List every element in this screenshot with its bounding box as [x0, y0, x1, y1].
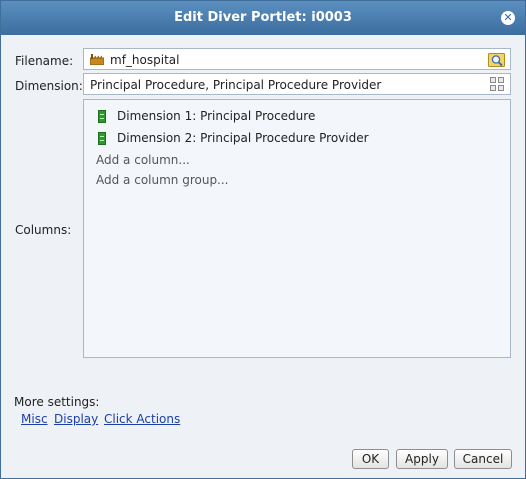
- misc-link[interactable]: Misc: [21, 412, 48, 426]
- grid-icon[interactable]: [490, 77, 505, 92]
- apply-button[interactable]: Apply: [396, 449, 448, 469]
- factory-icon: [90, 54, 104, 65]
- dimension-label: Dimension:: [15, 79, 83, 93]
- columns-label: Columns:: [15, 223, 72, 237]
- ok-button[interactable]: OK: [352, 449, 389, 469]
- column-label: Dimension 1: Principal Procedure: [117, 109, 316, 123]
- filename-field[interactable]: mf_hospital: [83, 48, 511, 70]
- title-bar[interactable]: Edit Diver Portlet: i0003 ✕: [1, 1, 525, 35]
- add-column-group-link[interactable]: Add a column group...: [96, 173, 229, 187]
- cancel-button[interactable]: Cancel: [454, 449, 512, 469]
- column-icon: [98, 110, 106, 123]
- dialog-title: Edit Diver Portlet: i0003: [174, 10, 352, 25]
- click-actions-link[interactable]: Click Actions: [104, 412, 180, 426]
- more-settings-label: More settings:: [14, 395, 100, 409]
- search-folder-icon[interactable]: [488, 51, 505, 68]
- display-link[interactable]: Display: [54, 412, 98, 426]
- columns-list: Dimension 1: Principal Procedure Dimensi…: [83, 99, 511, 358]
- edit-portlet-dialog: Edit Diver Portlet: i0003 ✕ Filename: mf…: [0, 0, 526, 479]
- column-icon: [98, 132, 106, 145]
- dimension-value: Principal Procedure, Principal Procedure…: [90, 78, 382, 92]
- column-label: Dimension 2: Principal Procedure Provide…: [117, 131, 369, 145]
- close-icon[interactable]: ✕: [501, 11, 515, 25]
- filename-label: Filename:: [15, 54, 74, 68]
- add-column-link[interactable]: Add a column...: [96, 153, 190, 167]
- filename-value: mf_hospital: [110, 53, 180, 67]
- dimension-field[interactable]: Principal Procedure, Principal Procedure…: [83, 73, 511, 95]
